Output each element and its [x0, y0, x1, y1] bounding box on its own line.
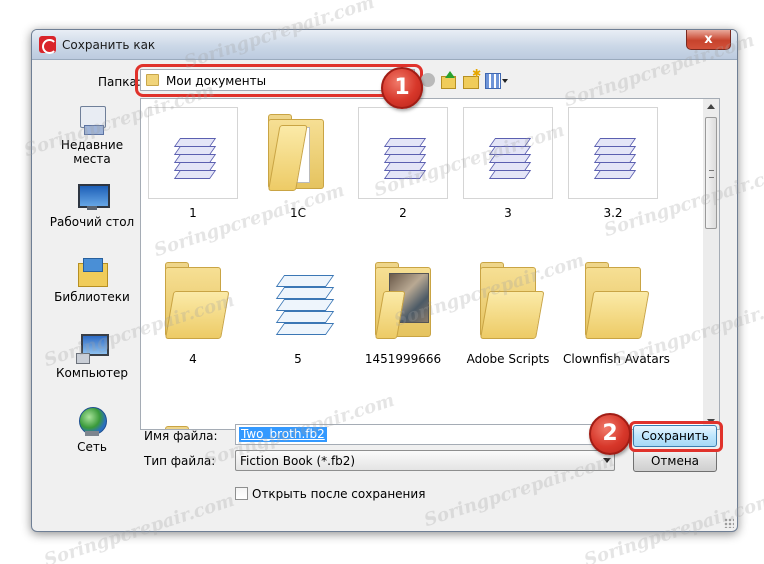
file-item[interactable]: 1C [248, 107, 348, 227]
place-label: Компьютер [56, 366, 128, 380]
filename-label: Имя файла: [144, 429, 218, 443]
place-computer[interactable]: Компьютер [46, 331, 138, 380]
recent-places-icon [76, 103, 108, 135]
new-folder-icon[interactable] [462, 67, 481, 89]
file-label: Clownfish Avatars [563, 352, 670, 366]
place-network[interactable]: Сеть [46, 405, 138, 454]
place-label: Сеть [77, 440, 107, 454]
file-list[interactable]: 1 1C 2 3 3.2 4 5 1451999666 Adobe Script… [140, 98, 711, 430]
document-stack-icon [463, 107, 553, 199]
place-desktop[interactable]: Рабочий стол [46, 180, 138, 229]
cancel-button[interactable]: Отмена [633, 450, 717, 472]
chevron-down-icon [603, 458, 611, 463]
close-button[interactable]: x [686, 30, 731, 50]
network-icon [76, 405, 108, 437]
resize-grip-icon[interactable] [724, 518, 734, 528]
place-libraries[interactable]: Библиотеки [46, 255, 138, 304]
document-stack-icon [568, 107, 658, 199]
file-item[interactable]: 2 [353, 107, 453, 227]
computer-icon [76, 331, 109, 364]
scroll-thumb[interactable] [705, 117, 717, 229]
file-label: 4 [189, 352, 197, 366]
open-after-save-label[interactable]: Открыть после сохранения [252, 487, 425, 501]
place-label: Библиотеки [54, 290, 130, 304]
up-folder-icon[interactable] [439, 71, 457, 89]
file-label: 3 [504, 206, 512, 220]
file-item[interactable]: 3.2 [563, 107, 663, 227]
window-title: Сохранить как [62, 38, 156, 52]
filetype-label: Тип файла: [144, 454, 216, 468]
view-menu-icon[interactable] [484, 71, 510, 89]
file-label: 2 [399, 206, 407, 220]
file-label: 5 [294, 352, 302, 366]
file-item[interactable]: 1451999666 [353, 247, 453, 367]
place-label: Недавние места [60, 138, 124, 166]
scroll-up-icon[interactable] [707, 104, 715, 109]
file-item[interactable]: 1 [143, 107, 243, 227]
file-item[interactable]: Clownfish Avatars [563, 247, 670, 367]
callout-badge-2: 2 [589, 413, 631, 455]
desktop-icon [76, 180, 110, 212]
file-label: 1 [189, 206, 197, 220]
filetype-dropdown[interactable]: Fiction Book (*.fb2) [235, 450, 615, 471]
highlight-folder [135, 64, 423, 97]
file-item[interactable]: 3 [458, 107, 558, 227]
highlight-save [629, 421, 723, 452]
file-label: 1451999666 [364, 352, 442, 366]
save-as-dialog: Сохранить как x Папка: Мои документы Нед… [31, 29, 738, 532]
filetype-value: Fiction Book (*.fb2) [240, 454, 356, 468]
libraries-icon [76, 255, 108, 287]
place-label: Рабочий стол [49, 215, 135, 229]
places-bar: Недавние места Рабочий стол Библиотеки К… [46, 97, 138, 517]
callout-badge-1: 1 [381, 67, 423, 109]
place-recent[interactable]: Недавние места [46, 103, 138, 166]
document-stack-icon [148, 107, 238, 199]
filename-input[interactable]: Two_broth.fb2 [235, 424, 615, 445]
vertical-scrollbar[interactable] [703, 98, 720, 430]
filename-value: Two_broth.fb2 [239, 427, 327, 442]
file-item[interactable]: 4 [143, 247, 243, 367]
app-icon [39, 36, 57, 54]
file-label: 1C [289, 206, 306, 220]
title-bar[interactable]: Сохранить как x [32, 30, 737, 60]
file-item[interactable]: Adobe Scripts [458, 247, 558, 367]
file-label: 3.2 [603, 206, 623, 220]
file-label: Adobe Scripts [466, 352, 550, 366]
document-stack-icon [358, 107, 448, 199]
open-after-save-checkbox[interactable] [235, 487, 248, 500]
file-item[interactable]: 5 [248, 247, 348, 367]
